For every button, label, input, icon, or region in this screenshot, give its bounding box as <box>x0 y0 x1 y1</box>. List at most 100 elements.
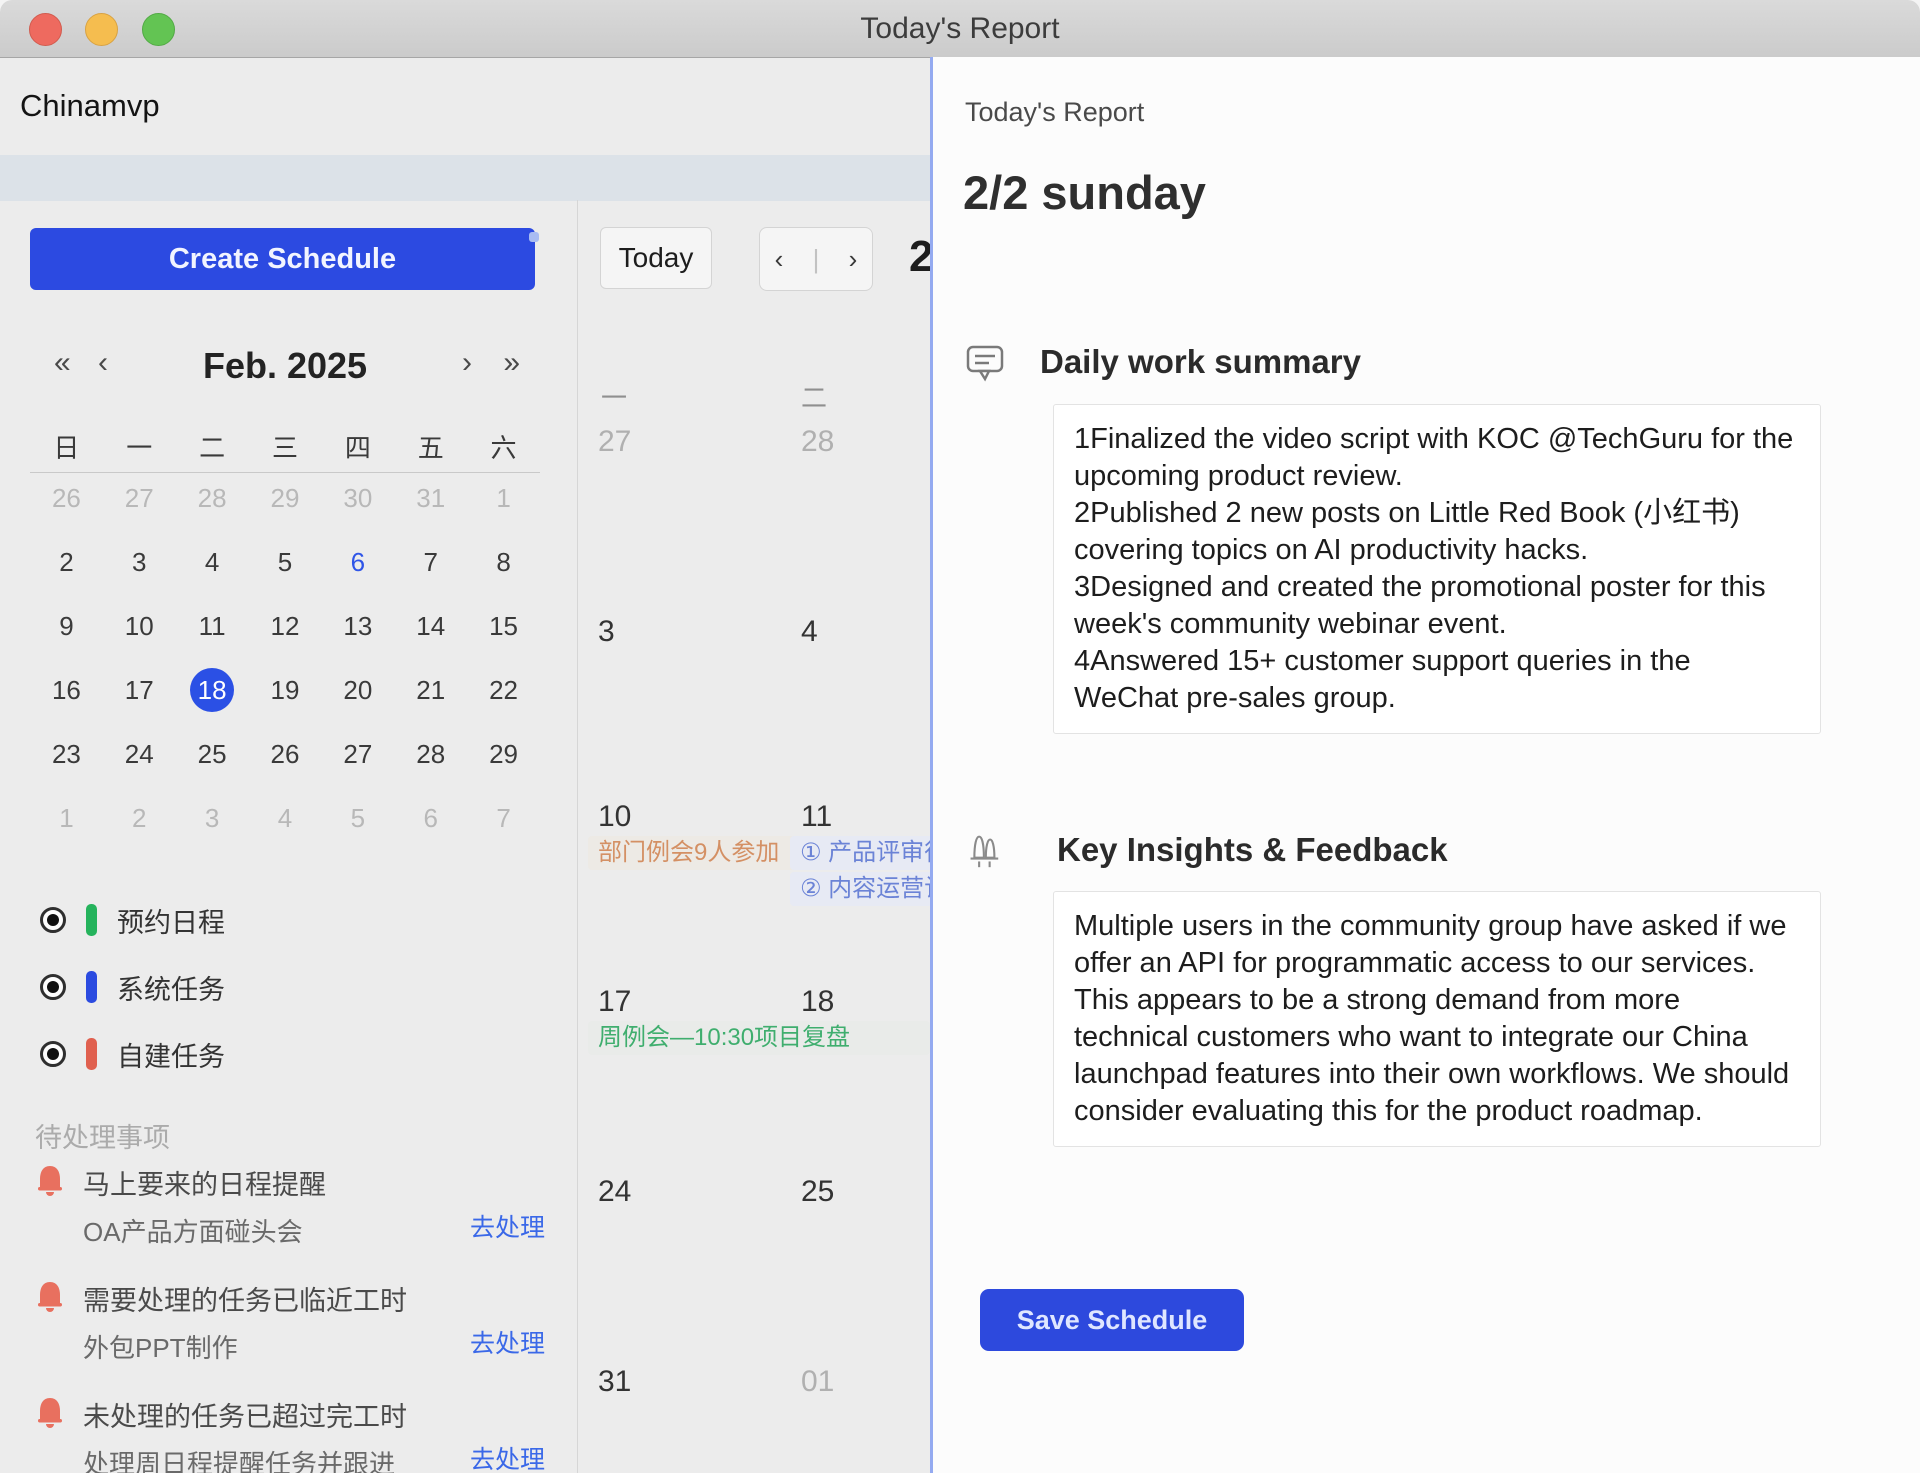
week-nav-group: ‹ | › <box>759 227 873 291</box>
week-date[interactable]: 11 <box>801 800 832 834</box>
legend-radio[interactable] <box>40 1041 66 1067</box>
calendar-date-cell[interactable]: 6 <box>321 530 394 594</box>
week-row: 34 <box>578 615 930 803</box>
calendar-date-cell[interactable]: 4 <box>176 530 249 594</box>
task-action-link[interactable]: 去处理 <box>470 1324 545 1360</box>
task-action-link[interactable]: 去处理 <box>470 1440 545 1473</box>
week-date[interactable]: 01 <box>801 1365 834 1399</box>
calendar-date-cell[interactable]: 4 <box>249 786 322 850</box>
calendar-date-cell[interactable]: 2 <box>103 786 176 850</box>
week-date[interactable]: 31 <box>598 1365 631 1399</box>
titlebar: Today's Report <box>0 0 1920 58</box>
date-number: 29 <box>263 476 307 520</box>
date-number: 18 <box>190 668 234 712</box>
weekday-label: 五 <box>394 428 467 465</box>
calendar-date-cell[interactable]: 5 <box>249 530 322 594</box>
task-title-row: 未处理的任务已超过完工时 <box>35 1392 545 1436</box>
calendar-date-cell[interactable]: 21 <box>394 658 467 722</box>
event-chip[interactable]: 周例会—10:30项目复盘 <box>588 1021 930 1055</box>
week-next-icon[interactable]: › <box>849 244 858 275</box>
calendar-date-cell[interactable]: 3 <box>103 530 176 594</box>
calendar-date-cell[interactable]: 18 <box>176 658 249 722</box>
week-date[interactable]: 18 <box>801 985 834 1019</box>
calendar-date-cell[interactable]: 16 <box>30 658 103 722</box>
calendar-date-cell[interactable]: 8 <box>467 530 540 594</box>
calendar-date-cell[interactable]: 12 <box>249 594 322 658</box>
calendar-date-cell[interactable]: 7 <box>467 786 540 850</box>
weekday-label: 二 <box>176 428 249 465</box>
calendar-date-cell[interactable]: 14 <box>394 594 467 658</box>
calendar-date-cell[interactable]: 28 <box>176 466 249 530</box>
task-action-link[interactable]: 去处理 <box>470 1208 545 1244</box>
create-schedule-button[interactable]: Create Schedule <box>30 228 535 290</box>
next-month-button[interactable]: › <box>456 345 478 381</box>
calendar-date-cell[interactable]: 15 <box>467 594 540 658</box>
calendar-date-cell[interactable]: 31 <box>394 466 467 530</box>
date-number: 16 <box>44 668 88 712</box>
next-year-button[interactable]: » <box>497 345 526 381</box>
today-button[interactable]: Today <box>600 227 712 289</box>
calendar-date-cell[interactable]: 28 <box>394 722 467 786</box>
date-number: 24 <box>117 732 161 776</box>
insights-textbox[interactable]: Multiple users in the community group ha… <box>1053 891 1821 1147</box>
calendar-date-cell[interactable]: 13 <box>321 594 394 658</box>
calendar-date-cell[interactable]: 25 <box>176 722 249 786</box>
calendar-date-cell[interactable]: 22 <box>467 658 540 722</box>
week-prev-icon[interactable]: ‹ <box>775 244 784 275</box>
date-number: 19 <box>263 668 307 712</box>
calendar-date-cell[interactable]: 5 <box>321 786 394 850</box>
week-date[interactable]: 3 <box>598 615 615 649</box>
calendar-date-cell[interactable]: 30 <box>321 466 394 530</box>
calendar-date-cell[interactable]: 20 <box>321 658 394 722</box>
calendar-date-cell[interactable]: 3 <box>176 786 249 850</box>
legend-item: 预约日程 <box>40 900 225 940</box>
calendar-date-cell[interactable]: 10 <box>103 594 176 658</box>
calendar-date-cell[interactable]: 1 <box>467 466 540 530</box>
week-row: 27 28 <box>578 425 930 613</box>
calendar-date-cell[interactable]: 26 <box>249 722 322 786</box>
date-number: 29 <box>482 732 526 776</box>
week-date[interactable]: 4 <box>801 615 818 649</box>
week-date[interactable]: 17 <box>598 985 631 1019</box>
date-number: 3 <box>190 796 234 840</box>
section-title-summary: Daily work summary <box>1040 343 1361 381</box>
calendar-date-cell[interactable]: 7 <box>394 530 467 594</box>
date-number: 8 <box>482 540 526 584</box>
calendar-date-cell[interactable]: 19 <box>249 658 322 722</box>
calendar-pane: Chinamvp Create Schedule « ‹ Feb. 2025 ›… <box>0 58 930 1473</box>
calendar-date-cell[interactable]: 2 <box>30 530 103 594</box>
save-schedule-button[interactable]: Save Schedule <box>980 1289 1244 1351</box>
calendar-date-cell[interactable]: 23 <box>30 722 103 786</box>
date-number: 1 <box>44 796 88 840</box>
date-number: 6 <box>409 796 453 840</box>
week-date[interactable]: 25 <box>801 1175 834 1209</box>
date-number: 2 <box>44 540 88 584</box>
task-title: 马上要来的日程提醒 <box>83 1163 326 1202</box>
calendar-date-cell[interactable]: 29 <box>467 722 540 786</box>
calendar-date-cell[interactable]: 24 <box>103 722 176 786</box>
weekday-label: 三 <box>249 428 322 465</box>
calendar-date-cell[interactable]: 29 <box>249 466 322 530</box>
alarm-bell-icon <box>35 1396 65 1428</box>
calendar-date-cell[interactable]: 26 <box>30 466 103 530</box>
week-date[interactable]: 27 <box>598 425 631 459</box>
week-row: 17周例会—10:30项目复盘18 <box>578 985 930 1173</box>
summary-textbox[interactable]: 1Finalized the video script with KOC @Te… <box>1053 404 1821 734</box>
legend-radio[interactable] <box>40 974 66 1000</box>
week-date[interactable]: 24 <box>598 1175 631 1209</box>
calendar-date-cell[interactable]: 6 <box>394 786 467 850</box>
event-chip[interactable]: ② 内容运营计划跟进 <box>790 872 930 906</box>
week-date[interactable]: 10 <box>598 800 631 834</box>
calendar-date-cell[interactable]: 27 <box>103 466 176 530</box>
legend-radio[interactable] <box>40 907 66 933</box>
calendar-date-cell[interactable]: 1 <box>30 786 103 850</box>
date-number: 30 <box>336 476 380 520</box>
week-date[interactable]: 28 <box>801 425 834 459</box>
calendar-date-cell[interactable]: 17 <box>103 658 176 722</box>
calendar-date-cell[interactable]: 11 <box>176 594 249 658</box>
calendar-date-cell[interactable]: 27 <box>321 722 394 786</box>
event-chip[interactable]: ① 产品评审待办事项 <box>790 836 930 870</box>
calendar-date-cell[interactable]: 9 <box>30 594 103 658</box>
legend-item: 系统任务 <box>40 967 225 1007</box>
date-number: 6 <box>336 540 380 584</box>
